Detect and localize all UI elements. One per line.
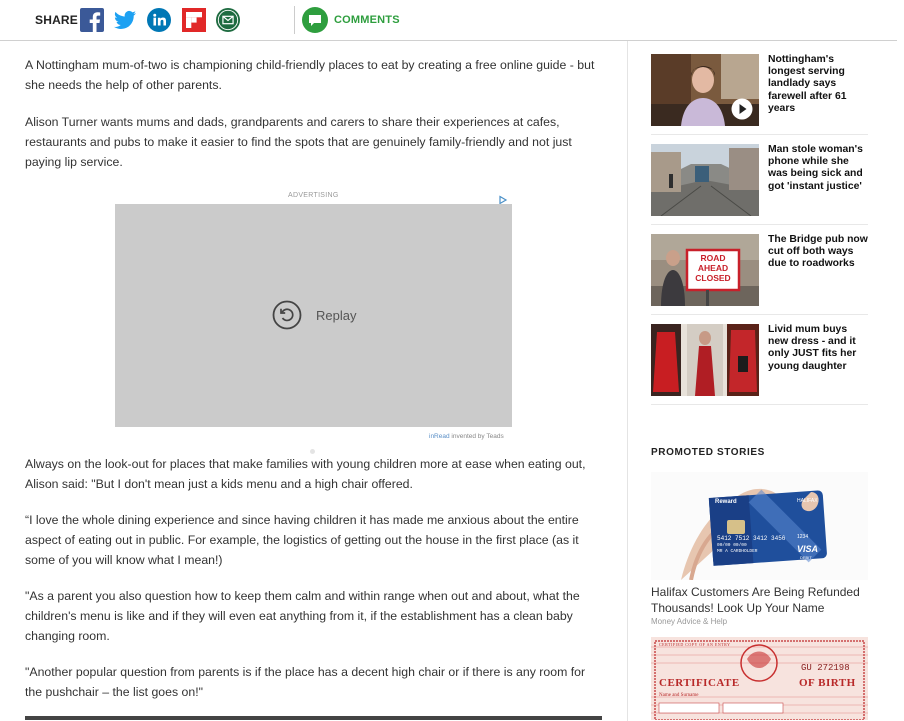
article-paragraph: A Nottingham mum-of-two is championing c… bbox=[25, 58, 595, 92]
advertising-label: ADVERTISING bbox=[288, 192, 339, 199]
promo-image[interactable]: Reward HALIFAX 5412 7512 3412 3456 00/00… bbox=[651, 472, 868, 580]
replay-label: Replay bbox=[316, 307, 357, 323]
inread-credit[interactable]: inRead invented by Teads bbox=[429, 433, 504, 440]
card-holder: MR A CARDHOLDER bbox=[717, 549, 758, 554]
card-number: 5412 7512 3412 3456 bbox=[717, 535, 786, 542]
share-bar: SHARE COMMENTS bbox=[0, 0, 897, 41]
email-icon[interactable] bbox=[216, 8, 240, 32]
article-paragraph: "As a parent you also question how to ke… bbox=[25, 589, 580, 643]
road-sign-line: CLOSED bbox=[695, 273, 731, 283]
facebook-icon[interactable] bbox=[80, 8, 104, 32]
video-play-icon[interactable] bbox=[731, 98, 753, 125]
article-paragraph: Always on the look-out for places that m… bbox=[25, 457, 586, 491]
story-separator bbox=[651, 224, 868, 225]
story-separator bbox=[651, 404, 868, 405]
article-paragraph: "Another popular question from parents i… bbox=[25, 665, 586, 699]
comments-button[interactable]: COMMENTS bbox=[302, 7, 400, 33]
card-network: VISA bbox=[797, 544, 819, 554]
certificate-title-right: OF BIRTH bbox=[799, 677, 856, 689]
flipboard-icon[interactable] bbox=[182, 8, 206, 32]
road-sign-line: AHEAD bbox=[697, 263, 729, 273]
adchoices-icon[interactable] bbox=[498, 192, 508, 205]
share-label: SHARE bbox=[35, 13, 79, 27]
twitter-icon[interactable] bbox=[113, 8, 137, 32]
inread-brand: inRead bbox=[429, 433, 450, 440]
story-title[interactable]: Man stole woman's phone while she was be… bbox=[768, 144, 870, 193]
story-title[interactable]: The Bridge pub now cut off both ways due… bbox=[768, 234, 870, 271]
card-brand: HALIFAX bbox=[797, 498, 818, 504]
story-thumbnail[interactable]: ROAD AHEAD CLOSED bbox=[651, 234, 759, 306]
replay-icon bbox=[272, 300, 302, 330]
next-image-edge bbox=[25, 716, 602, 720]
video-ad-player[interactable]: Replay bbox=[115, 204, 512, 427]
certificate-title-left: CERTIFICATE bbox=[659, 677, 740, 689]
inread-credit-text: invented by Teads bbox=[449, 433, 504, 440]
promo-image[interactable]: CERTIFIED COPY OF AN ENTRY GU 272198 CER… bbox=[651, 637, 868, 720]
story-separator bbox=[651, 134, 868, 135]
article-paragraph: “I love the whole dining experience and … bbox=[25, 513, 579, 567]
story-title[interactable]: Livid mum buys new dress - and it only J… bbox=[768, 324, 870, 373]
card-digits: 1234 bbox=[797, 534, 809, 540]
comments-label: COMMENTS bbox=[334, 14, 400, 26]
road-sign: ROAD AHEAD CLOSED bbox=[691, 253, 735, 283]
promoted-stories-heading: PROMOTED STORIES bbox=[651, 447, 765, 458]
card-reward-label: Reward bbox=[715, 499, 737, 505]
article-paragraph: Alison Turner wants mums and dads, grand… bbox=[25, 115, 572, 169]
replay-button[interactable]: Replay bbox=[272, 300, 356, 330]
story-thumbnail[interactable] bbox=[651, 54, 759, 126]
road-sign-line: ROAD bbox=[700, 253, 726, 263]
bank-card: Reward HALIFAX 5412 7512 3412 3456 00/00… bbox=[651, 472, 868, 580]
promo-title[interactable]: Halifax Customers Are Being Refunded Tho… bbox=[651, 585, 876, 616]
comment-bubble-icon bbox=[302, 7, 328, 33]
promo-source[interactable]: Money Advice & Help bbox=[651, 617, 727, 626]
card-debit: DEBIT bbox=[800, 555, 812, 560]
certificate-number: GU 272198 bbox=[801, 663, 850, 673]
column-divider bbox=[627, 41, 628, 721]
story-thumbnail[interactable] bbox=[651, 144, 759, 216]
story-title[interactable]: Nottingham's longest serving landlady sa… bbox=[768, 54, 870, 115]
card-valid-dates: 00/00 00/00 bbox=[717, 543, 747, 548]
story-separator bbox=[651, 314, 868, 315]
share-divider bbox=[294, 6, 295, 34]
birth-certificate: CERTIFIED COPY OF AN ENTRY GU 272198 CER… bbox=[651, 637, 868, 720]
certificate-header: CERTIFIED COPY OF AN ENTRY bbox=[659, 642, 731, 647]
story-thumbnail[interactable] bbox=[651, 324, 759, 396]
linkedin-icon[interactable] bbox=[147, 8, 171, 32]
certificate-field-label: Name and Surname bbox=[659, 693, 699, 698]
